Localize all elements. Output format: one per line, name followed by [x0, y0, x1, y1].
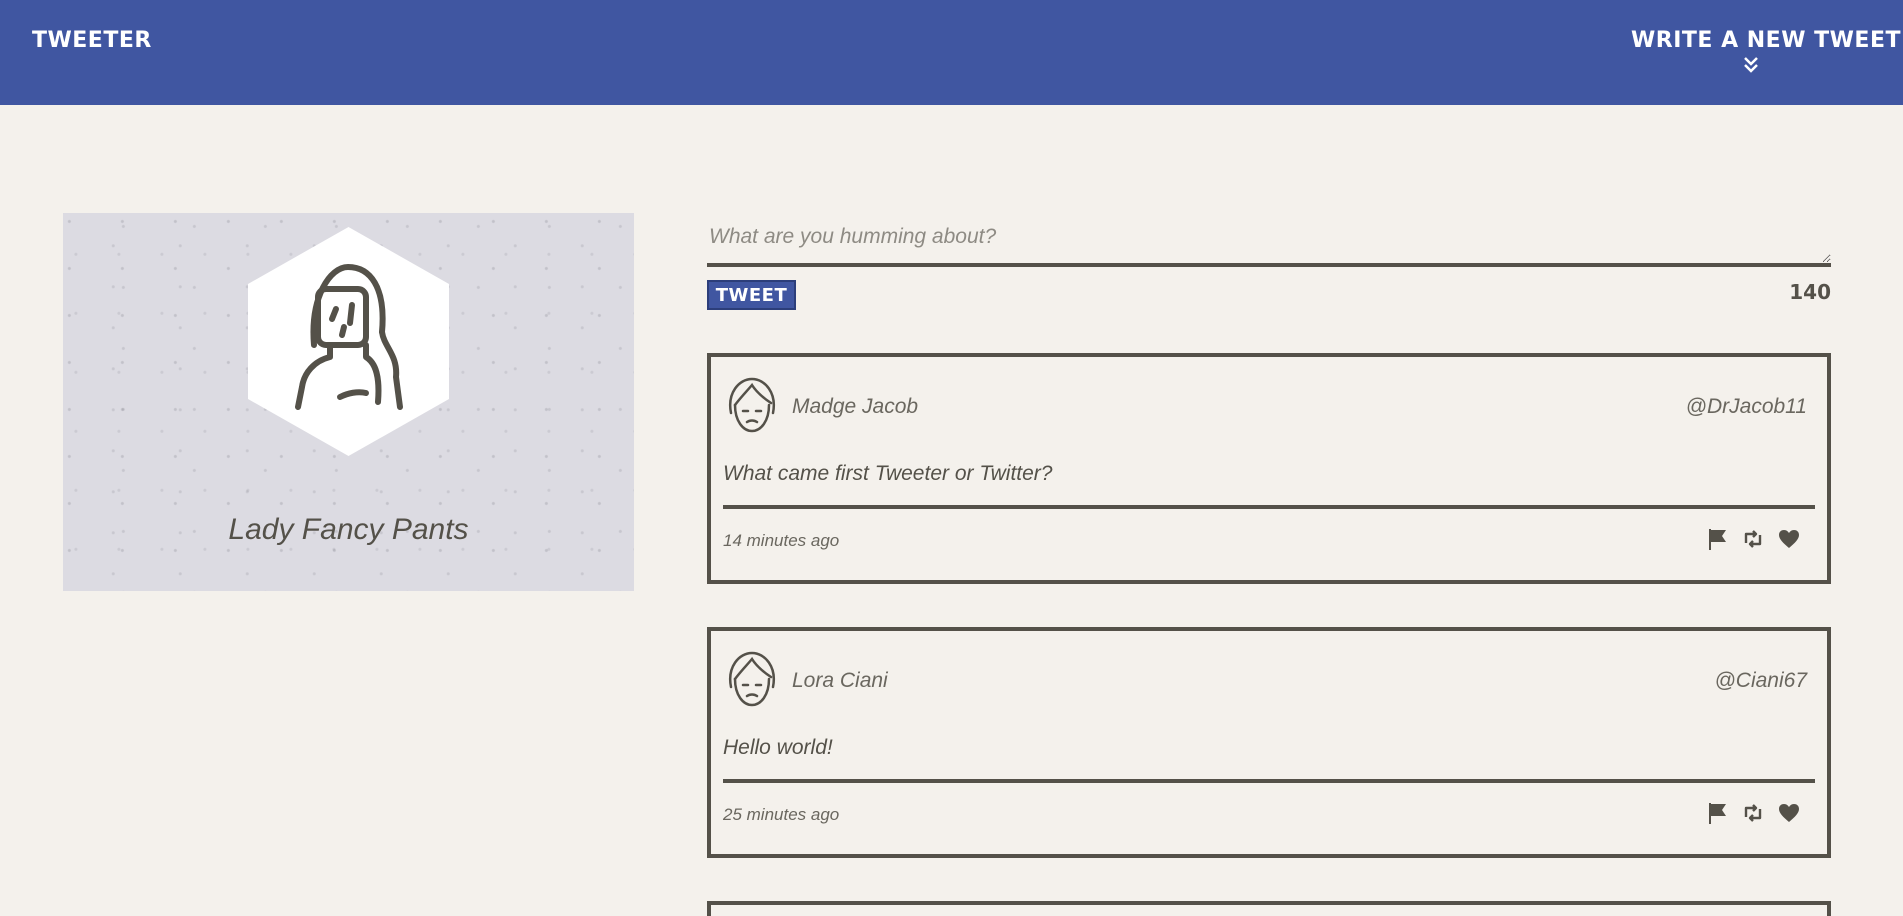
flag-icon[interactable] [1705, 801, 1729, 825]
retweet-icon[interactable] [1741, 527, 1765, 551]
tweet-handle[interactable]: @Ciani67 [1714, 669, 1807, 693]
tweet-actions [1705, 801, 1801, 827]
profile-name: Lady Fancy Pants [228, 513, 469, 546]
profile-card: Lady Fancy Pants [63, 213, 634, 591]
navbar: TWEETER WRITE A NEW TWEET [0, 0, 1903, 105]
tweet-card: Madge Jacob @DrJacob11 What came first T… [707, 353, 1831, 584]
tweet-input[interactable] [707, 213, 1831, 267]
tweet-actions [1705, 527, 1801, 553]
tweet-author: Madge Jacob [792, 395, 919, 418]
tweet-text: Hello world! [723, 736, 833, 759]
tweet-text: What came first Tweeter or Twitter? [723, 462, 1053, 485]
chevron-double-down-icon[interactable] [1741, 55, 1761, 75]
tweet-divider [723, 779, 1815, 783]
flag-icon[interactable] [1705, 527, 1729, 551]
profile-avatar [248, 227, 449, 456]
write-new-tweet-toggle[interactable]: WRITE A NEW TWEET [1631, 28, 1900, 75]
user-outline-icon [728, 377, 776, 433]
tweet-card: Lora Ciani @Ciani67 Hello world! 25 minu… [707, 627, 1831, 858]
tweet-handle[interactable]: @DrJacob11 [1686, 395, 1807, 419]
user-outline-icon [728, 651, 776, 707]
retweet-icon[interactable] [1741, 801, 1765, 825]
tweet-submit-button[interactable]: TWEET [707, 280, 796, 310]
brand-logo[interactable]: TWEETER [32, 28, 152, 53]
write-new-tweet-label[interactable]: WRITE A NEW TWEET [1631, 28, 1900, 53]
tweet-timestamp: 14 minutes ago [723, 531, 840, 550]
heart-icon[interactable] [1777, 527, 1801, 551]
char-counter: 140 [1789, 280, 1831, 304]
tweet-composer: TWEET 140 [707, 213, 1831, 310]
tweet-divider [723, 505, 1815, 509]
tweet-timestamp: 25 minutes ago [723, 805, 840, 824]
heart-icon[interactable] [1777, 801, 1801, 825]
tweet-author: Lora Ciani [792, 669, 888, 692]
tweet-card-partial [707, 901, 1831, 916]
